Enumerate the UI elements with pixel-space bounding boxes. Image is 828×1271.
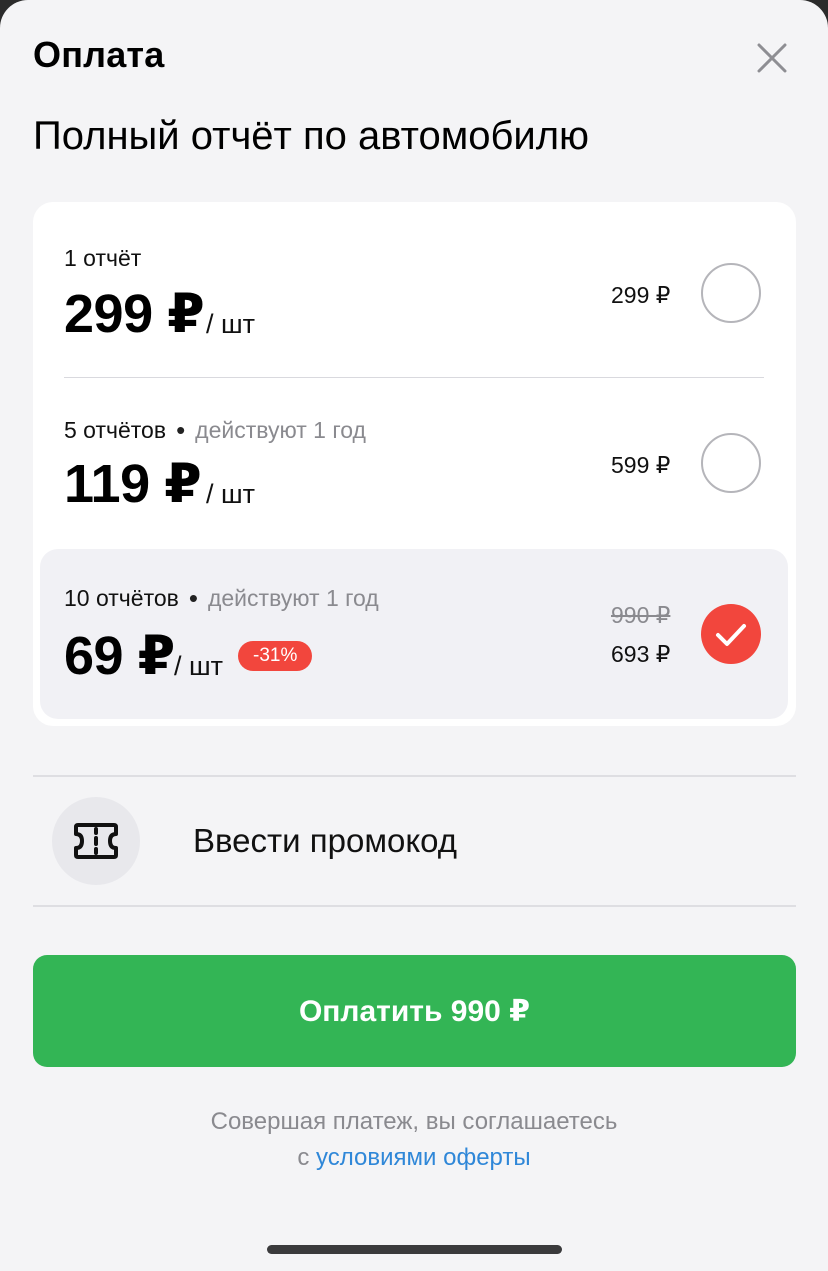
payment-sheet: Оплата Полный отчёт по автомобилю 1 отчё… xyxy=(0,0,828,1271)
radio-button[interactable] xyxy=(701,263,761,323)
pay-button[interactable]: Оплатить 990 ₽ xyxy=(33,955,796,1067)
close-icon xyxy=(757,43,787,73)
option-unit: / шт xyxy=(174,651,224,681)
option-price: 119 ₽ xyxy=(64,454,202,514)
legal-prefix: с xyxy=(297,1144,317,1171)
page-subtitle: Полный отчёт по автомобилю xyxy=(33,114,590,158)
option-total: 693 ₽ xyxy=(611,641,671,667)
home-indicator xyxy=(267,1245,562,1254)
option-5-reports[interactable]: 5 отчётов • действуют 1 год 119 ₽ / шт 599… xyxy=(33,378,796,548)
promo-code-label: Ввести промокод xyxy=(193,822,458,859)
option-price: 69 ₽ xyxy=(64,626,175,686)
option-validity: действуют 1 год xyxy=(207,585,379,611)
option-label-row: 10 отчётов • действуют 1 год xyxy=(64,582,379,613)
option-validity: действуют 1 год xyxy=(195,417,366,443)
option-total: 299 ₽ xyxy=(611,282,671,308)
option-old-total: 990 ₽ xyxy=(611,602,671,628)
legal-line-2: с условиями оферты xyxy=(0,1140,828,1176)
option-unit: / шт xyxy=(206,479,256,509)
legal-text: Совершая платеж, вы соглашаетесь с услов… xyxy=(0,1104,828,1176)
ticket-icon xyxy=(74,823,118,859)
option-label: 5 отчётов xyxy=(64,417,167,443)
option-unit: / шт xyxy=(206,309,256,339)
radio-button[interactable] xyxy=(701,433,761,493)
bullet-separator: • xyxy=(176,415,186,445)
options-card: 1 отчёт 299 ₽ / шт 299 ₽ 5 отчётов • дейст… xyxy=(33,202,796,726)
bullet-separator: • xyxy=(188,583,198,613)
promo-code-row[interactable]: Ввести промокод xyxy=(33,778,796,905)
option-price: 299 ₽ xyxy=(64,284,205,344)
option-1-report[interactable]: 1 отчёт 299 ₽ / шт 299 ₽ xyxy=(33,202,796,377)
promo-icon-circle xyxy=(52,797,140,885)
legal-line-1: Совершая платеж, вы соглашаетесь xyxy=(210,1108,618,1135)
discount-badge: -31% xyxy=(238,641,313,671)
option-label: 1 отчёт xyxy=(64,245,142,271)
checkmark-icon xyxy=(716,624,746,646)
section-divider xyxy=(33,905,796,907)
radio-button-checked[interactable] xyxy=(701,604,761,664)
option-total: 599 ₽ xyxy=(611,452,671,478)
close-button[interactable] xyxy=(752,38,792,78)
option-label: 10 отчётов xyxy=(64,585,179,611)
section-divider xyxy=(33,775,796,777)
sheet-title: Оплата xyxy=(33,34,165,75)
offer-terms-link[interactable]: условиями оферты xyxy=(316,1144,531,1171)
option-10-reports[interactable]: 10 отчётов • действуют 1 год 69 ₽ / шт -31… xyxy=(40,549,788,719)
option-label-row: 5 отчётов • действуют 1 год xyxy=(64,414,366,445)
